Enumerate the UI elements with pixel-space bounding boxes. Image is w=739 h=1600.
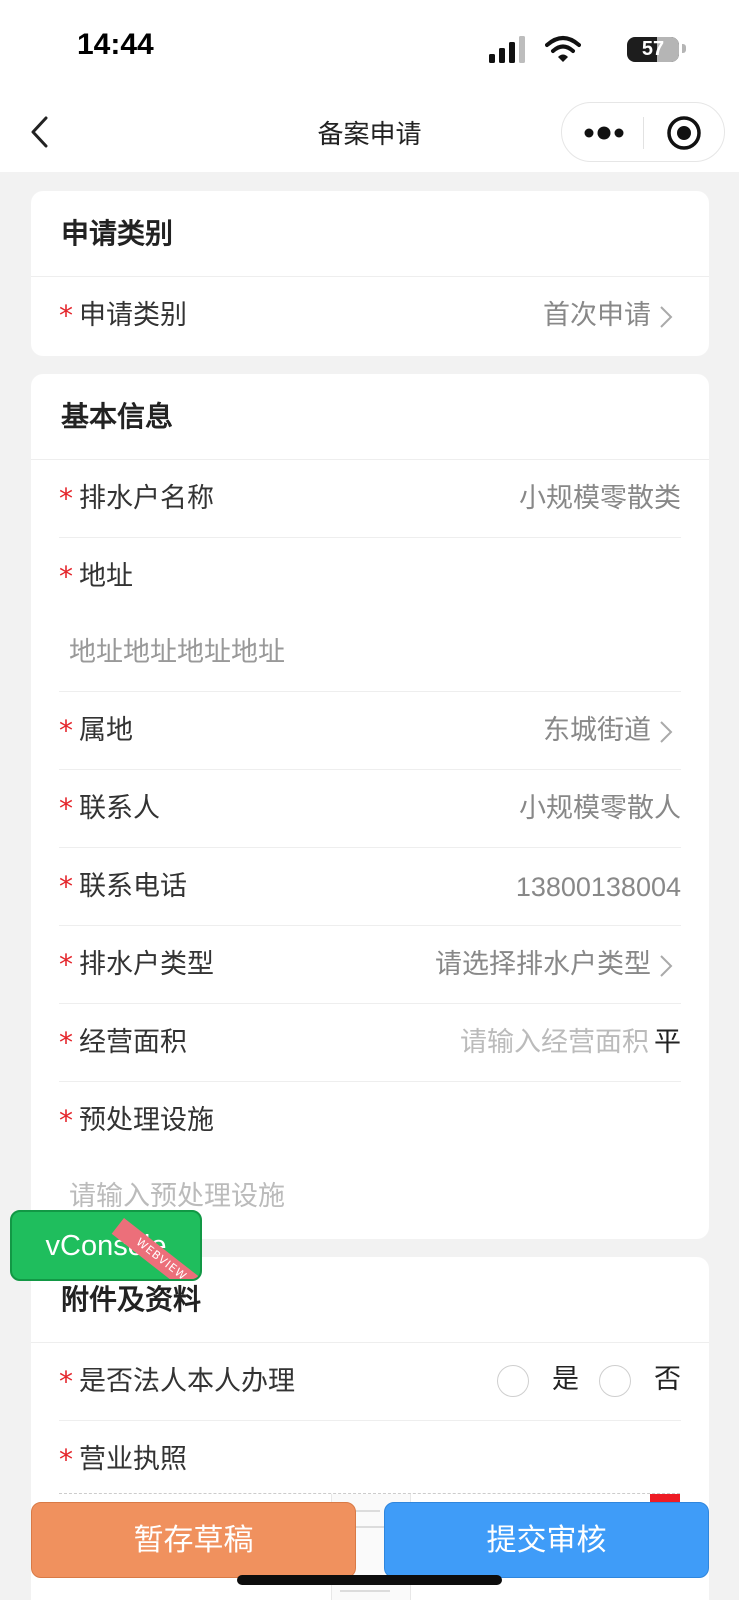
address-label: 地址: [79, 561, 133, 592]
business-license-row: * 营业执照: [59, 1421, 681, 1499]
district-label: 属地: [79, 715, 133, 746]
business-area-input[interactable]: 请输入经营面积: [460, 1026, 649, 1060]
required-mark: *: [59, 948, 73, 981]
address-row: * 地址 地址地址地址地址: [59, 538, 681, 692]
status-icons: 57: [479, 35, 686, 63]
nav-bar: 备案申请: [0, 92, 739, 172]
radio-yes[interactable]: [497, 1365, 529, 1397]
business-area-label: 经营面积: [79, 1027, 187, 1058]
drainage-type-label: 排水户类型: [79, 949, 214, 980]
battery-level: 57: [641, 38, 665, 60]
application-type-row[interactable]: * 申请类别 首次申请: [59, 277, 681, 355]
application-type-label: 申请类别: [79, 300, 187, 331]
area-unit: 平: [654, 1027, 681, 1058]
radio-yes-label[interactable]: 是: [552, 1363, 579, 1397]
chevron-right-icon: [660, 721, 673, 743]
status-bar: 14:44 57: [0, 0, 739, 92]
contact-label: 联系人: [79, 793, 160, 824]
battery-icon: 57: [627, 37, 679, 62]
section-title: 基本信息: [31, 374, 709, 460]
district-row[interactable]: * 属地 东城街道: [59, 692, 681, 770]
district-value: 东城街道: [543, 715, 651, 746]
save-draft-button[interactable]: 暂存草稿: [31, 1502, 356, 1578]
radio-no-label[interactable]: 否: [654, 1363, 681, 1397]
required-mark: *: [59, 299, 73, 332]
drainage-type-select[interactable]: 请选择排水户类型: [435, 948, 651, 982]
home-indicator: [237, 1575, 502, 1585]
submit-review-button[interactable]: 提交审核: [384, 1502, 709, 1578]
vconsole-button[interactable]: vConsole WEBVIEW: [10, 1210, 202, 1281]
drainage-type-row[interactable]: * 排水户类型 请选择排水户类型: [59, 926, 681, 1004]
signal-icon: [489, 36, 525, 63]
required-mark: *: [59, 870, 73, 903]
application-type-value: 首次申请: [543, 300, 651, 331]
business-area-row[interactable]: * 经营面积 请输入经营面积 平: [59, 1004, 681, 1082]
status-time: 14:44: [77, 28, 154, 61]
required-mark: *: [59, 714, 73, 747]
wifi-icon: [545, 36, 581, 62]
bottom-action-bar: 暂存草稿 提交审核: [0, 1500, 739, 1600]
required-mark: *: [59, 1104, 73, 1137]
phone-input[interactable]: 13800138004: [516, 870, 681, 904]
required-mark: *: [59, 482, 73, 515]
legal-person-row: * 是否法人本人办理 是 否: [59, 1343, 681, 1421]
contact-input[interactable]: 小规模零散人: [519, 792, 681, 826]
business-license-label: 营业执照: [79, 1444, 187, 1475]
drainage-name-label: 排水户名称: [79, 483, 214, 514]
drainage-name-row[interactable]: * 排水户名称 小规模零散类: [59, 460, 681, 538]
required-mark: *: [59, 560, 73, 593]
pretreatment-label: 预处理设施: [79, 1105, 214, 1136]
chevron-right-icon: [660, 955, 673, 977]
phone-label: 联系电话: [79, 871, 187, 902]
legal-person-label: 是否法人本人办理: [79, 1366, 295, 1397]
close-target-icon[interactable]: [666, 115, 702, 151]
required-mark: *: [59, 1365, 73, 1398]
battery-nub: [682, 44, 686, 53]
required-mark: *: [59, 1026, 73, 1059]
required-mark: *: [59, 792, 73, 825]
address-input[interactable]: 地址地址地址地址: [69, 636, 285, 670]
application-type-card: 申请类别 * 申请类别 首次申请: [31, 191, 709, 356]
radio-no[interactable]: [599, 1365, 631, 1397]
capsule-divider: [643, 117, 644, 149]
drainage-name-input[interactable]: 小规模零散类: [519, 482, 681, 516]
required-mark: *: [59, 1443, 73, 1476]
pretreatment-input[interactable]: 请输入预处理设施: [69, 1180, 285, 1214]
phone-row[interactable]: * 联系电话 13800138004: [59, 848, 681, 926]
more-dots-icon[interactable]: [582, 113, 626, 153]
chevron-right-icon: [660, 306, 673, 328]
section-title: 申请类别: [31, 191, 709, 277]
legal-person-radio-group: 是 否: [497, 1361, 681, 1401]
miniprogram-capsule: [561, 102, 725, 162]
contact-row[interactable]: * 联系人 小规模零散人: [59, 770, 681, 848]
basic-info-card: 基本信息 * 排水户名称 小规模零散类 * 地址 地址地址地址地址 * 属地 东…: [31, 374, 709, 1239]
